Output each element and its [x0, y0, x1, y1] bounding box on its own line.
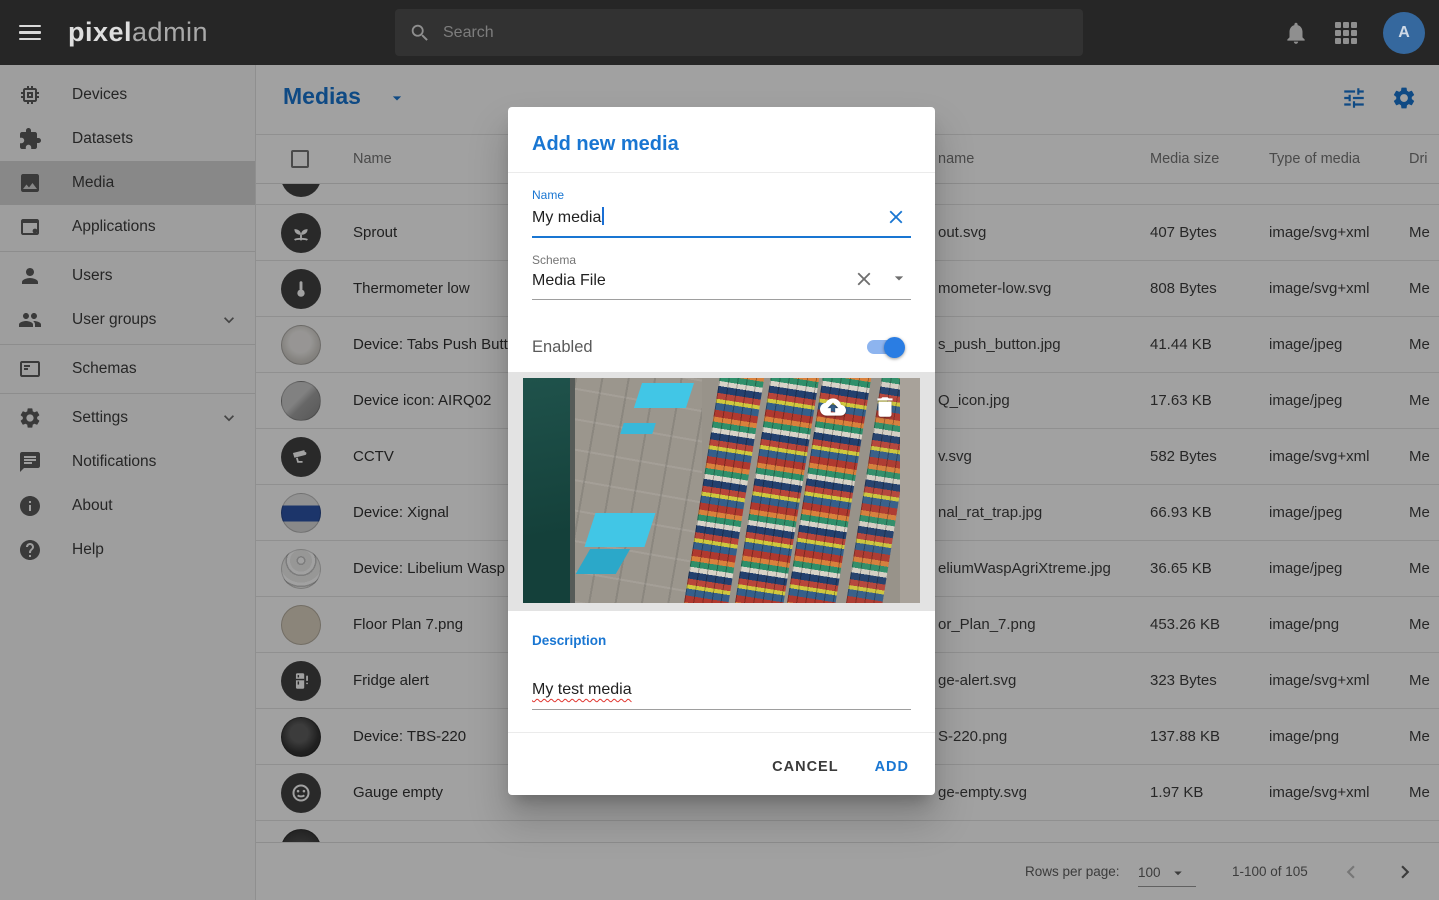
app-logo: pixeladmin	[68, 17, 208, 48]
description-label: Description	[532, 633, 911, 648]
preview-band	[508, 372, 935, 611]
menu-icon[interactable]	[10, 13, 50, 53]
media-preview-image	[523, 378, 920, 603]
add-media-dialog: Add new media Name My media Schema Media…	[508, 107, 935, 795]
search-icon	[409, 22, 431, 44]
schema-field: Schema Media File	[532, 253, 911, 300]
name-field: Name My media	[532, 188, 911, 238]
canopy-roof	[585, 513, 656, 547]
name-field-label: Name	[532, 188, 911, 202]
schema-field-label: Schema	[532, 253, 911, 267]
container-yard-edge	[900, 378, 920, 603]
search-input[interactable]	[443, 24, 1069, 42]
enabled-toggle[interactable]	[867, 336, 905, 358]
brand-bold: pixel	[68, 17, 132, 47]
harbor-water	[523, 378, 575, 603]
text-cursor	[602, 207, 604, 225]
clear-schema-icon[interactable]	[853, 268, 875, 290]
description-input[interactable]: My test media	[532, 681, 911, 710]
enabled-label: Enabled	[532, 338, 593, 357]
add-button[interactable]: ADD	[875, 759, 909, 775]
notifications-bell-icon[interactable]	[1283, 20, 1309, 46]
cancel-button[interactable]: CANCEL	[772, 759, 838, 775]
user-avatar[interactable]: A	[1383, 12, 1425, 54]
brand-light: admin	[132, 17, 208, 47]
dialog-title: Add new media	[508, 107, 935, 173]
app-header: pixeladmin A	[0, 0, 1439, 65]
delete-trash-icon[interactable]	[872, 394, 898, 420]
enabled-row: Enabled	[532, 336, 911, 358]
upload-cloud-icon[interactable]	[820, 394, 846, 420]
canopy-roof	[620, 423, 655, 434]
global-search[interactable]	[395, 9, 1083, 56]
schema-dropdown-caret-icon[interactable]	[889, 268, 909, 288]
clear-name-icon[interactable]	[885, 206, 907, 228]
dialog-actions: CANCEL ADD	[508, 732, 935, 795]
name-input[interactable]: My media	[532, 207, 911, 238]
canopy-roof	[634, 383, 694, 408]
apps-grid-icon[interactable]	[1335, 22, 1357, 44]
